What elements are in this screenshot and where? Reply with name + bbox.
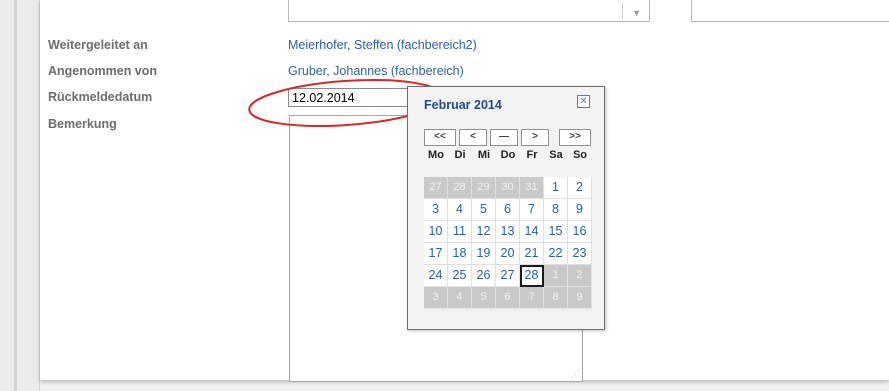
bemerkung-label: Bemerkung (48, 117, 117, 131)
calendar-day[interactable]: 22 (544, 243, 568, 265)
calendar-day: 5 (472, 287, 496, 309)
calendar-day: 7 (520, 287, 544, 309)
calendar-day[interactable]: 25 (448, 265, 472, 287)
weekday-header-row: Mo Di Mi Do Fr Sa So (424, 149, 592, 165)
calendar-day[interactable]: 8 (544, 199, 568, 221)
calendar-day[interactable]: 5 (472, 199, 496, 221)
calendar-day: 29 (472, 177, 496, 199)
date-input[interactable] (288, 88, 408, 107)
calendar-day[interactable]: 18 (448, 243, 472, 265)
calendar-day: 30 (496, 177, 520, 199)
today-button[interactable]: — (490, 129, 518, 146)
calendar-day[interactable]: 26 (472, 265, 496, 287)
weitergeleitet-label: Weitergeleitet an (48, 38, 148, 52)
prev-year-button[interactable]: << (424, 129, 456, 146)
calendar-day[interactable]: 13 (496, 221, 520, 243)
calendar-day[interactable]: 16 (568, 221, 592, 243)
date-picker-popup: Februar 2014 ✕ << < — > >> Mo Di Mi Do Fr Sa S… (407, 86, 605, 330)
select-divider (622, 3, 623, 19)
weekday-label: Mo (428, 149, 444, 161)
calendar-day[interactable]: 21 (520, 243, 544, 265)
weekday-label: Mi (477, 149, 491, 161)
prev-month-button[interactable]: < (459, 129, 487, 146)
calendar-day[interactable]: 9 (568, 199, 592, 221)
calendar-day[interactable]: 12 (472, 221, 496, 243)
top-select-field[interactable]: ▼ (288, 0, 650, 22)
weekday-label: Sa (549, 149, 563, 161)
calendar-day[interactable]: 6 (496, 199, 520, 221)
next-month-button[interactable]: > (521, 129, 549, 146)
angenommen-link[interactable]: Gruber, Johannes (fachbereich) (288, 64, 464, 78)
calendar-day-grid: 27 28 29 30 31 1 2 3 4 5 6 7 8 9 10 11 12 13 14 15 16 17 18 19 2… (424, 177, 593, 310)
calendar-day: 27 (424, 177, 448, 199)
calendar-day[interactable]: 20 (496, 243, 520, 265)
calendar-day-selected[interactable]: 28 (520, 265, 544, 287)
calendar-day[interactable]: 10 (424, 221, 448, 243)
resize-grip-icon[interactable]: ⋰ (571, 370, 580, 379)
weitergeleitet-link[interactable]: Meierhofer, Steffen (fachbereich2) (288, 38, 477, 52)
calendar-day[interactable]: 11 (448, 221, 472, 243)
calendar-day[interactable]: 14 (520, 221, 544, 243)
calendar-day[interactable]: 1 (544, 177, 568, 199)
calendar-day[interactable]: 15 (544, 221, 568, 243)
calendar-day: 9 (568, 287, 592, 309)
weekday-label: Fr (526, 149, 538, 161)
calendar-day: 31 (520, 177, 544, 199)
left-sidebar (0, 0, 40, 391)
calendar-day[interactable]: 3 (424, 199, 448, 221)
weekday-label: Do (500, 149, 516, 161)
calendar-day: 3 (424, 287, 448, 309)
sidebar-divider (14, 0, 17, 391)
next-year-button[interactable]: >> (559, 129, 591, 146)
chevron-down-icon[interactable]: ▼ (632, 8, 641, 18)
weekday-label: So (572, 149, 588, 161)
calendar-day: 2 (568, 265, 592, 287)
calendar-day: 6 (496, 287, 520, 309)
calendar-day[interactable]: 17 (424, 243, 448, 265)
calendar-day[interactable]: 19 (472, 243, 496, 265)
calendar-day[interactable]: 27 (496, 265, 520, 287)
rueckmeldedatum-label: Rückmeldedatum (48, 90, 153, 104)
calendar-day: 1 (544, 265, 568, 287)
close-icon[interactable]: ✕ (577, 95, 590, 108)
calendar-day[interactable]: 2 (568, 177, 592, 199)
calendar-header: Februar 2014 ✕ (408, 87, 604, 119)
calendar-day: 8 (544, 287, 568, 309)
calendar-title: Februar 2014 (424, 98, 502, 112)
calendar-day: 4 (448, 287, 472, 309)
calendar-day[interactable]: 24 (424, 265, 448, 287)
calendar-day[interactable]: 7 (520, 199, 544, 221)
weekday-label: Di (454, 149, 466, 161)
angenommen-label: Angenommen von (48, 64, 158, 78)
top-right-input[interactable] (691, 0, 889, 22)
calendar-day: 28 (448, 177, 472, 199)
calendar-day[interactable]: 23 (568, 243, 592, 265)
calendar-day[interactable]: 4 (448, 199, 472, 221)
